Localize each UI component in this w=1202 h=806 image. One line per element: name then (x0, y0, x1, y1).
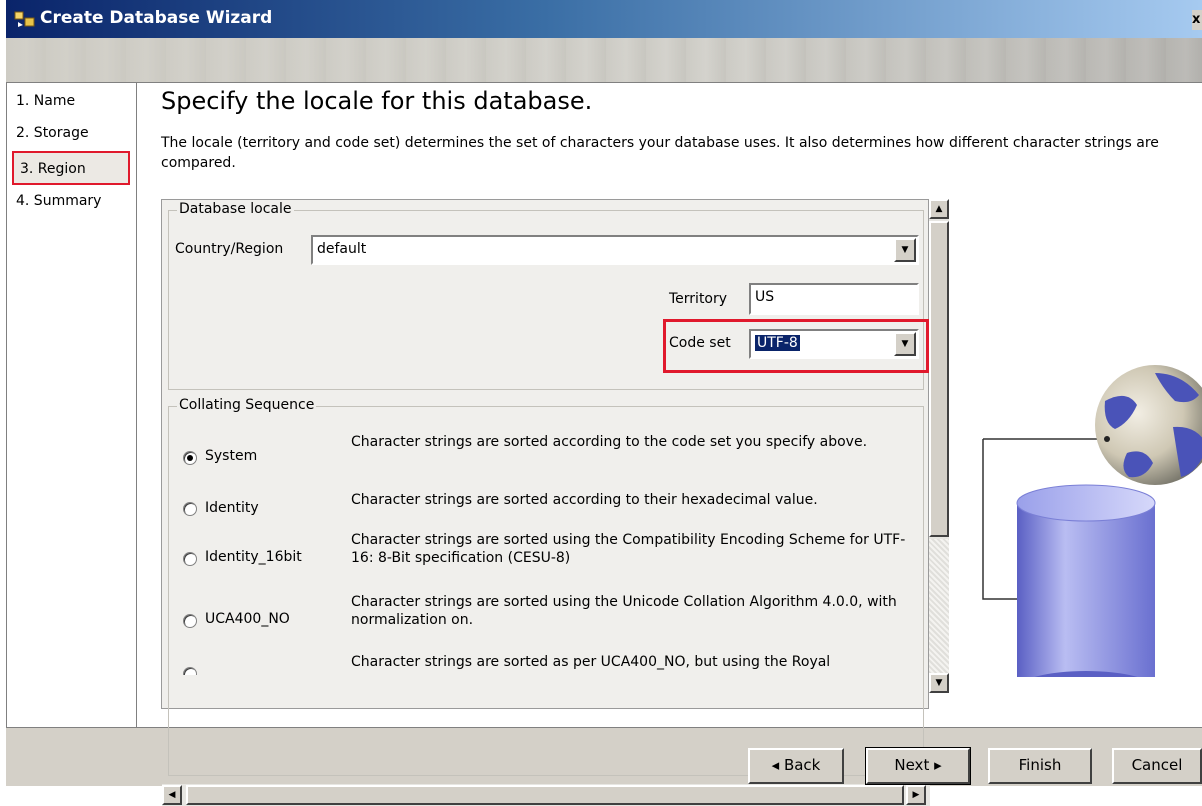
scroll-right-icon[interactable]: ▶ (906, 785, 926, 805)
step-region[interactable]: 3. Region (12, 151, 130, 185)
code-set-highlight (663, 319, 929, 373)
radio-uca400-no[interactable] (183, 614, 197, 628)
radio-desc-uca400-no: Character strings are sorted using the U… (351, 594, 897, 628)
country-region-value: default (317, 241, 367, 257)
finish-button[interactable]: Finish (988, 748, 1092, 784)
connector-line (982, 439, 1017, 600)
step-summary[interactable]: 4. Summary (16, 193, 101, 209)
scroll-up-icon[interactable]: ▲ (929, 199, 949, 219)
wizard-window: Create Database Wizard x 1. Name 2. Stor… (6, 0, 1202, 806)
radio-desc-identity: Character strings are sorted according t… (351, 492, 818, 508)
vertical-scroll-thumb[interactable] (929, 221, 949, 537)
collating-option-partial[interactable]: Character strings are sorted as per UCA4… (183, 653, 913, 675)
territory-value: US (755, 289, 775, 305)
window-title: Create Database Wizard (40, 8, 273, 28)
radio-label-identity-16bit[interactable]: Identity_16bit (205, 549, 302, 565)
scroll-down-icon[interactable]: ▼ (929, 673, 949, 693)
wizard-banner-shade (6, 38, 1202, 82)
radio-desc-identity-16bit: Character strings are sorted using the C… (351, 532, 906, 566)
collating-sequence-legend: Collating Sequence (177, 397, 317, 413)
horizontal-scrollbar[interactable]: ◀ ▶ (162, 784, 930, 806)
country-region-label: Country/Region (175, 241, 284, 257)
territory-label: Territory (669, 291, 728, 307)
cancel-button[interactable]: Cancel (1112, 748, 1202, 784)
page-heading: Specify the locale for this database. (161, 87, 593, 115)
close-icon[interactable]: x (1192, 10, 1202, 30)
database-globe-illustration (982, 365, 1202, 677)
database-cylinder-icon (1016, 484, 1156, 677)
horizontal-scroll-thumb[interactable] (186, 785, 904, 805)
country-region-dropdown[interactable]: default ▼ (311, 235, 919, 265)
wizard-content-frame: 1. Name 2. Storage 3. Region 4. Summary … (6, 82, 1202, 806)
wizard-app-icon (14, 11, 35, 27)
dropdown-arrow-icon[interactable]: ▼ (894, 238, 916, 262)
step-name[interactable]: 1. Name (16, 93, 75, 109)
radio-desc-system: Character strings are sorted according t… (351, 434, 868, 450)
step-storage[interactable]: 2. Storage (16, 125, 89, 141)
back-button[interactable]: ◂ Back (748, 748, 844, 784)
page-description: The locale (territory and code set) dete… (161, 135, 1159, 171)
vertical-scrollbar[interactable]: ▲ ▼ (929, 199, 949, 693)
settings-scroll-panel: Database locale Country/Region default ▼… (161, 199, 930, 806)
vertical-scroll-track[interactable] (929, 539, 949, 673)
radio-label-identity[interactable]: Identity (205, 500, 259, 516)
wizard-step-list: 1. Name 2. Storage 3. Region 4. Summary (7, 83, 137, 727)
database-locale-legend: Database locale (177, 201, 294, 217)
radio-system[interactable] (183, 451, 197, 465)
globe-icon (1095, 365, 1202, 485)
territory-input[interactable]: US (749, 283, 919, 315)
radio-identity[interactable] (183, 502, 197, 516)
radio-identity-16bit[interactable] (183, 552, 197, 566)
title-bar: Create Database Wizard x (6, 0, 1202, 38)
radio-label-uca400-no[interactable]: UCA400_NO (205, 611, 290, 627)
next-button[interactable]: Next ▸ (865, 747, 971, 785)
database-locale-group: Database locale Country/Region default ▼… (168, 201, 929, 390)
radio-desc-partial: Character strings are sorted as per UCA4… (351, 654, 831, 670)
collating-sequence-group: Collating Sequence System Character stri… (168, 397, 924, 776)
scroll-left-icon[interactable]: ◀ (162, 785, 182, 805)
radio-label-system[interactable]: System (205, 448, 257, 464)
radio-partial[interactable] (183, 667, 197, 675)
